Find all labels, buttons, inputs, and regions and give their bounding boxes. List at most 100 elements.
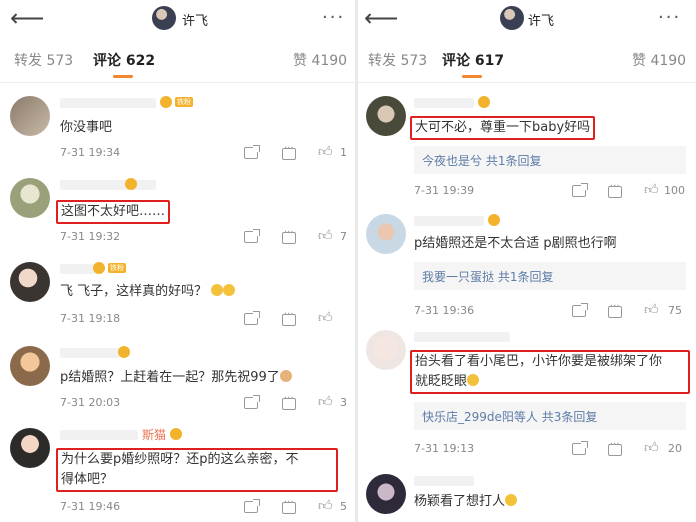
tab-repost[interactable]: 转发 573: [368, 50, 427, 70]
share-icon[interactable]: [244, 229, 260, 243]
avatar[interactable]: [366, 330, 406, 370]
reply-preview[interactable]: 快乐店_299de阳等人 共3条回复: [414, 402, 686, 430]
reply-preview-text[interactable]: 今夜也是兮 共1条回复: [422, 152, 541, 169]
comment-text-line: 抬头看了看小尾巴，小许你要是被绑架了你: [415, 354, 663, 369]
comment-text-line: 为什么要p婚纱照呀？还p的这么亲密，不: [61, 452, 299, 467]
comment-text: 杨颖看了想打人: [414, 492, 518, 512]
reply-icon[interactable]: [608, 301, 622, 318]
share-icon[interactable]: [572, 441, 588, 455]
tab-likes[interactable]: 赞 4190: [632, 50, 686, 70]
comment-time: 7-31 19:18: [60, 312, 121, 325]
tab-comment[interactable]: 评论 622: [93, 50, 155, 70]
back-arrow-icon[interactable]: ⟵: [10, 5, 44, 31]
laugh-emoji-icon: [211, 284, 224, 296]
reply-preview-text[interactable]: 快乐店_299de阳等人 共3条回复: [422, 408, 597, 425]
author-avatar[interactable]: [152, 6, 176, 30]
reply-preview[interactable]: 今夜也是兮 共1条回复: [414, 146, 686, 174]
back-arrow-icon[interactable]: ⟵: [364, 5, 398, 31]
comment-time: 7-31 19:39: [414, 184, 475, 197]
reply-preview-text[interactable]: 我要一只蛋挞 共1条回复: [422, 268, 553, 285]
share-icon[interactable]: [572, 183, 588, 197]
nickname-blurred: [60, 348, 120, 358]
avatar[interactable]: [366, 214, 406, 254]
comment-text-highlighted: 为什么要p婚纱照呀？还p的这么亲密，不 得体吧？: [56, 448, 338, 492]
share-icon[interactable]: [572, 303, 588, 317]
nickname-blurred: [414, 476, 474, 486]
author-name[interactable]: 许飞: [528, 10, 554, 29]
thumb-up-icon[interactable]: 👍︎: [644, 441, 659, 455]
thumb-up-icon[interactable]: 👍︎: [318, 311, 333, 325]
comment-text-highlighted: 大可不必，尊重一下baby好吗: [410, 116, 596, 140]
avatar[interactable]: [366, 96, 406, 136]
divider: [0, 82, 355, 83]
nickname[interactable]: 斯猫: [142, 426, 166, 443]
active-tab-indicator: [113, 75, 133, 78]
tab-bar: 转发 573 评论 617 赞 4190: [358, 50, 696, 80]
reply-icon[interactable]: [282, 497, 296, 514]
comment-text: p结婚照还是不太合适 p剧照也行啊: [414, 236, 617, 251]
comment-time: 7-31 19:46: [60, 500, 121, 513]
author-name[interactable]: 许飞: [182, 10, 208, 29]
top-bar: ⟵ 许飞 ···: [0, 0, 355, 38]
share-icon[interactable]: [244, 395, 260, 409]
member-badge-icon: [118, 346, 130, 358]
avatar[interactable]: [10, 428, 50, 468]
nickname-blurred: [60, 180, 156, 190]
thumb-up-icon[interactable]: 👍︎: [644, 303, 659, 317]
reply-icon[interactable]: [608, 439, 622, 456]
avatar[interactable]: [10, 262, 50, 302]
author-avatar[interactable]: [500, 6, 524, 30]
like-count: 5: [340, 500, 347, 513]
like-count: 100: [664, 184, 685, 197]
nickname-blurred: [60, 98, 156, 108]
like-count: 20: [668, 442, 682, 455]
active-tab-indicator: [462, 75, 482, 78]
tab-comment[interactable]: 评论 617: [442, 50, 504, 70]
reply-preview[interactable]: 我要一只蛋挞 共1条回复: [414, 262, 686, 290]
thumb-up-icon[interactable]: 👍︎: [318, 145, 333, 159]
nickname-blurred: [414, 216, 484, 226]
share-icon[interactable]: [244, 145, 260, 159]
comment-text: 飞 飞子，这样真的好吗？: [60, 282, 236, 302]
wink-emoji-icon: [505, 494, 518, 506]
comment-time: 7-31 19:34: [60, 146, 121, 159]
avatar[interactable]: [10, 96, 50, 136]
pray-emoji-icon: [279, 370, 292, 382]
tab-likes[interactable]: 赞 4190: [293, 50, 347, 70]
comment-text-line: 就眨眨眼: [415, 372, 685, 392]
avatar[interactable]: [366, 474, 406, 514]
share-icon[interactable]: [244, 499, 260, 513]
like-count: 7: [340, 230, 347, 243]
thumb-up-icon[interactable]: 👍︎: [644, 183, 659, 197]
like-count: 75: [668, 304, 682, 317]
share-icon[interactable]: [244, 311, 260, 325]
comment-time: 7-31 19:36: [414, 304, 475, 317]
comment-text: p结婚照？上赶着在一起？那先祝99了: [60, 368, 292, 388]
tab-repost[interactable]: 转发 573: [14, 50, 73, 70]
avatar[interactable]: [10, 346, 50, 386]
member-badge-icon: [170, 428, 182, 440]
thumb-up-icon[interactable]: 👍︎: [318, 499, 333, 513]
reply-icon[interactable]: [282, 393, 296, 410]
reply-icon[interactable]: [282, 227, 296, 244]
member-badge-icon: [93, 262, 105, 274]
like-count: 3: [340, 396, 347, 409]
divider: [358, 82, 696, 83]
thumb-up-icon[interactable]: 👍︎: [318, 229, 333, 243]
comment-text-highlighted: 这图不太好吧……: [56, 200, 171, 224]
right-screenshot: ⟵ 许飞 ··· 转发 573 评论 617 赞 4190 大可不必，尊重一下b…: [358, 0, 696, 522]
comment-time: 7-31 19:32: [60, 230, 121, 243]
nickname-blurred: [60, 430, 138, 440]
comment-text-line: 得体吧？: [61, 472, 114, 487]
reply-icon[interactable]: [608, 181, 622, 198]
more-icon[interactable]: ···: [322, 7, 345, 28]
reply-icon[interactable]: [282, 143, 296, 160]
like-count: 1: [340, 146, 347, 159]
nickname-blurred: [414, 98, 474, 108]
more-icon[interactable]: ···: [658, 7, 681, 28]
reply-icon[interactable]: [282, 309, 296, 326]
nickname-blurred: [414, 332, 510, 342]
thumb-up-icon[interactable]: 👍︎: [318, 395, 333, 409]
avatar[interactable]: [10, 178, 50, 218]
left-screenshot: ⟵ 许飞 ··· 转发 573 评论 622 赞 4190 铁粉 你没事吧 7-…: [0, 0, 355, 522]
